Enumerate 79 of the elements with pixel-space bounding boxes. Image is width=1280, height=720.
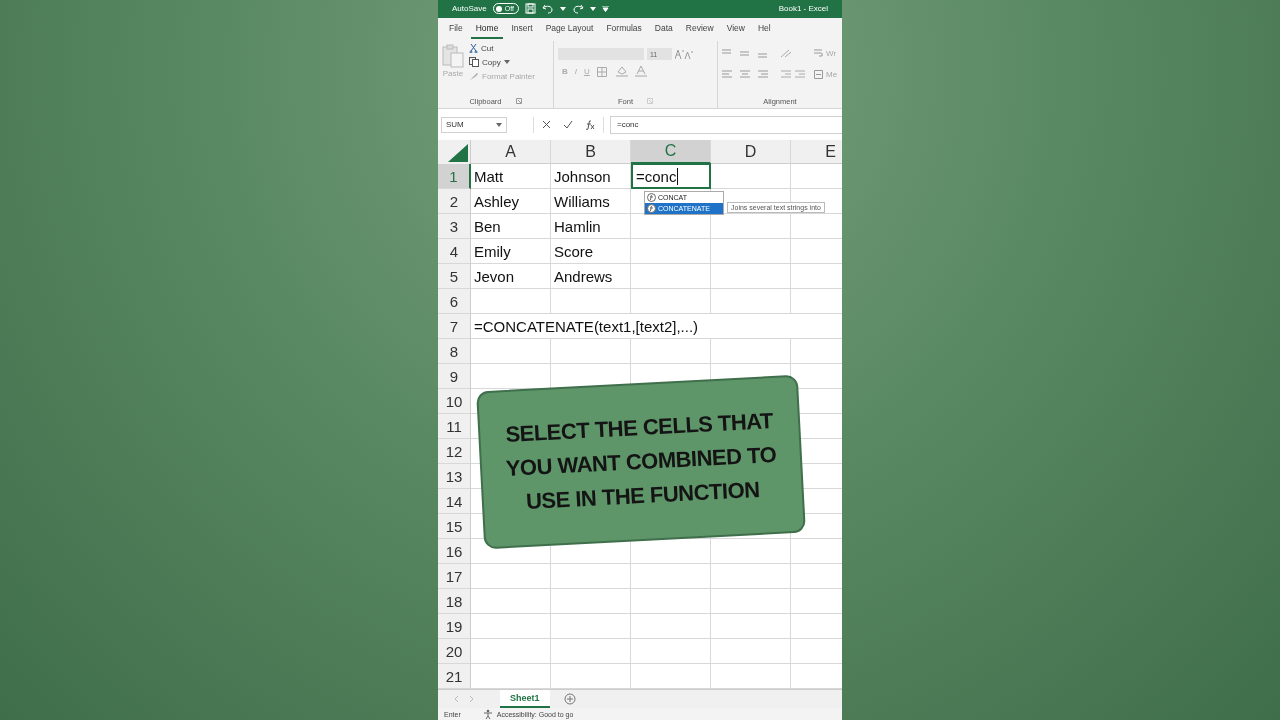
row-header[interactable]: 14: [438, 489, 471, 515]
column-header[interactable]: E: [791, 140, 842, 165]
row-header[interactable]: 1: [438, 164, 471, 190]
ribbon-tab[interactable]: Hel: [752, 19, 776, 39]
window-title: Book1 - Excel: [778, 4, 828, 14]
table-cell[interactable]: Ashley: [471, 189, 551, 214]
table-cell[interactable]: =CONCATENATE(text1,[text2],...): [471, 314, 791, 339]
table-cell[interactable]: Score: [551, 239, 631, 264]
ribbon-tab[interactable]: File: [444, 19, 468, 39]
row-header[interactable]: 2: [438, 189, 471, 215]
launcher-icon[interactable]: [647, 98, 653, 105]
borders-icon[interactable]: [596, 66, 609, 77]
row-header[interactable]: 9: [438, 364, 471, 390]
row-header[interactable]: 4: [438, 239, 471, 265]
add-sheet-icon[interactable]: [563, 693, 576, 706]
table-cell[interactable]: Johnson: [551, 164, 631, 189]
column-header[interactable]: B: [551, 140, 631, 165]
row-header[interactable]: 17: [438, 564, 471, 590]
ribbon-tab[interactable]: Page Layout: [540, 19, 599, 39]
table-cell[interactable]: Hamlin: [551, 214, 631, 239]
ribbon-tab[interactable]: View: [721, 19, 750, 39]
caret-icon[interactable]: [559, 6, 566, 11]
table-cell[interactable]: Emily: [471, 239, 551, 264]
fill-color-icon[interactable]: [615, 66, 628, 78]
customize-icon[interactable]: [601, 5, 609, 12]
scissors-icon[interactable]: [469, 44, 478, 54]
ribbon-tab[interactable]: Insert: [506, 19, 538, 39]
column-header[interactable]: C: [631, 140, 711, 165]
font-color-icon[interactable]: [634, 66, 647, 78]
row-header[interactable]: 15: [438, 514, 471, 540]
merge-icon[interactable]: [814, 70, 823, 80]
table-cell[interactable]: =conc: [631, 163, 711, 190]
copy-icon[interactable]: [469, 57, 479, 68]
row-header[interactable]: 19: [438, 614, 471, 640]
insert-function-icon[interactable]: [585, 119, 595, 130]
row-header[interactable]: 13: [438, 464, 471, 490]
enter-check-icon[interactable]: [563, 120, 573, 130]
table-cell[interactable]: Ben: [471, 214, 551, 239]
table-cell[interactable]: Andrews: [551, 264, 631, 289]
ribbon-tab[interactable]: Home: [470, 19, 504, 39]
caret-icon[interactable]: [503, 60, 510, 65]
column-header[interactable]: D: [711, 140, 791, 165]
formula-field[interactable]: =conc: [610, 115, 842, 134]
caret-icon[interactable]: [589, 6, 596, 11]
table-cell[interactable]: Matt: [471, 164, 551, 189]
column-header[interactable]: A: [471, 140, 551, 165]
undo-icon[interactable]: [541, 3, 554, 14]
save-icon[interactable]: [524, 3, 536, 15]
sheet-nav-icon[interactable]: [454, 695, 474, 704]
row-header[interactable]: 8: [438, 339, 471, 365]
table-cell[interactable]: Williams: [551, 189, 631, 214]
font-size-icon[interactable]: [675, 49, 693, 60]
wrap-text-icon[interactable]: [814, 49, 823, 59]
sheet-tab[interactable]: Sheet1: [500, 690, 550, 709]
row-header[interactable]: 21: [438, 664, 471, 690]
row-header[interactable]: 12: [438, 439, 471, 465]
name-box[interactable]: SUM: [441, 116, 507, 133]
row-header[interactable]: 7: [438, 314, 471, 340]
accessibility-icon[interactable]: [482, 709, 493, 720]
redo-icon[interactable]: [571, 3, 584, 14]
row-header[interactable]: 20: [438, 639, 471, 665]
cancel-icon[interactable]: [542, 120, 551, 130]
caret-icon[interactable]: [496, 122, 502, 127]
paste-icon[interactable]: [442, 44, 464, 69]
copy-label[interactable]: Copy: [482, 57, 501, 67]
launcher-icon[interactable]: [515, 98, 522, 105]
ribbon-tab[interactable]: Data: [649, 19, 678, 39]
ribbon-tab[interactable]: Review: [680, 19, 719, 39]
row-header[interactable]: 3: [438, 214, 471, 240]
cut-label[interactable]: Cut: [481, 44, 494, 54]
row-header[interactable]: 10: [438, 389, 471, 415]
row-header[interactable]: 11: [438, 414, 471, 440]
row-header[interactable]: 18: [438, 589, 471, 615]
row-header[interactable]: 5: [438, 264, 471, 290]
table-cell[interactable]: Jevon: [471, 264, 551, 289]
autosave-label: AutoSave: [452, 4, 487, 14]
ribbon-tab[interactable]: Formulas: [601, 19, 647, 39]
row-header[interactable]: 16: [438, 539, 471, 565]
row-header[interactable]: 6: [438, 289, 471, 315]
